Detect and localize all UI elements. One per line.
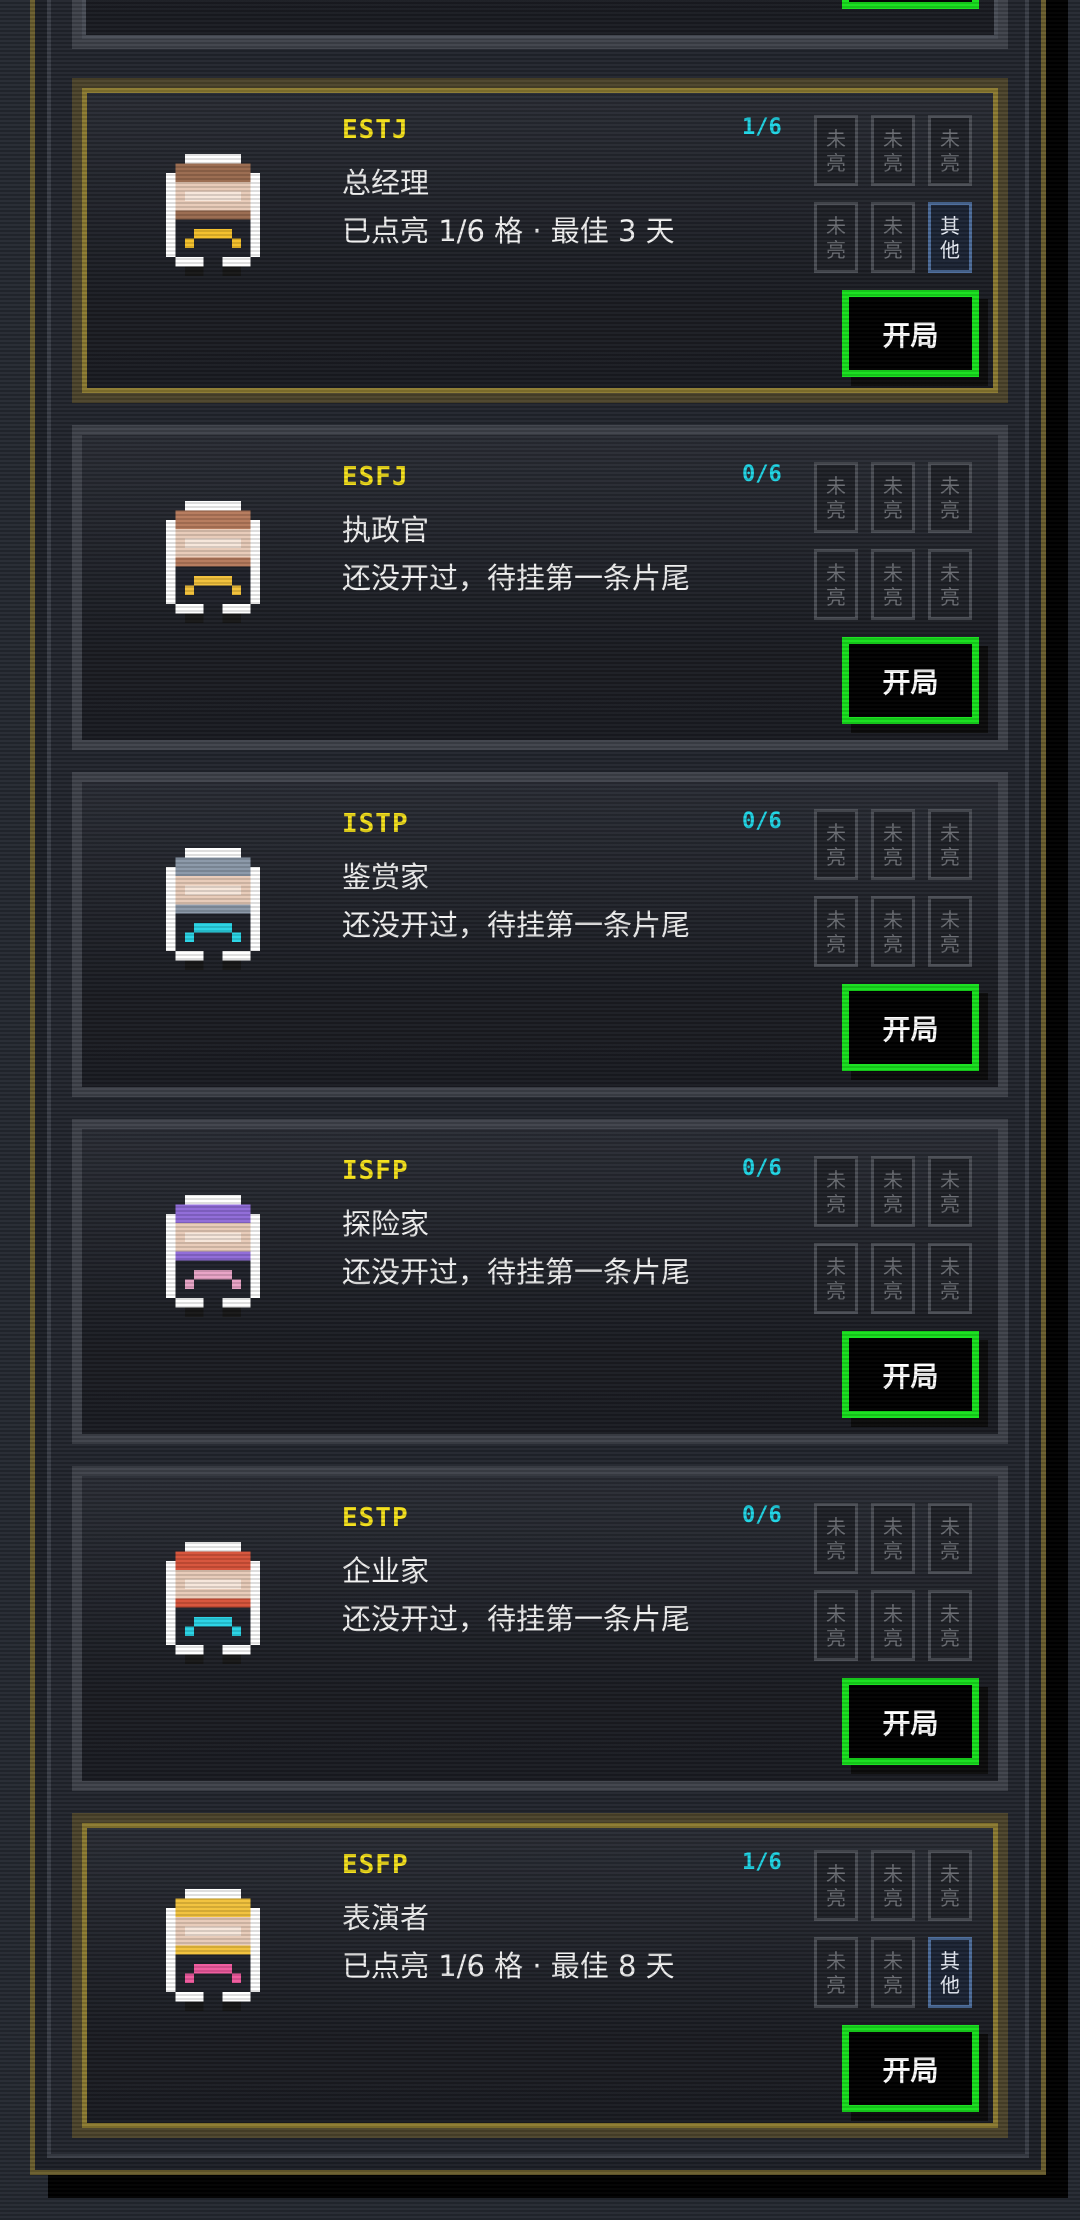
character-avatar [166,501,260,627]
ending-slot: 未亮 [928,462,972,533]
progress-ratio: 0/6 [742,1503,782,1528]
role-card-istp: ISTP 0/6 鉴赏家 还没开过，待挂第一条片尾 未亮 未亮 未亮 未亮 未亮 未亮 开局 [72,772,1008,1097]
ending-slot: 未亮 [871,1503,915,1574]
personality-code: ESTP [342,1503,409,1533]
progress-ratio: 0/6 [742,809,782,834]
progress-ratio: 0/6 [742,462,782,487]
role-title: 执政官 [342,513,430,547]
ending-slot: 未亮 [871,549,915,620]
progress-ratio: 1/6 [742,115,782,140]
character-avatar [166,154,260,280]
ending-slot: 未亮 [871,202,915,273]
start-game-button[interactable]: 开局 [842,984,979,1071]
ending-slot: 未亮 [928,809,972,880]
ending-slot: 未亮 [871,1937,915,2008]
role-card-isfp: ISFP 0/6 探险家 还没开过，待挂第一条片尾 未亮 未亮 未亮 未亮 未亮 未亮 开局 [72,1119,1008,1444]
character-avatar [166,848,260,974]
ending-slot: 未亮 [871,462,915,533]
ending-slot: 未亮 [871,1850,915,1921]
progress-ratio: 1/6 [742,1850,782,1875]
personality-code: ESFJ [342,462,409,492]
previous-card-partial [72,0,1008,49]
role-title: 表演者 [342,1901,430,1935]
ending-slot: 未亮 [928,1243,972,1314]
role-title: 总经理 [342,166,430,200]
personality-code: ESTJ [342,115,409,145]
ending-slot: 未亮 [928,1503,972,1574]
personality-code: ISFP [342,1156,409,1186]
role-card-esfp: ESFP 1/6 表演者 已点亮 1/6 格 · 最佳 8 天未亮 未亮 未亮 未亮 未亮 其他… [72,1813,1008,2138]
ending-slot: 未亮 [814,115,858,186]
ending-slot: 未亮 [814,896,858,967]
character-avatar [166,1195,260,1321]
ending-slot-grid: 未亮 未亮 未亮 未亮 未亮 未亮 [814,1156,982,1314]
ending-slot: 其他 [928,202,972,273]
ending-slot-grid: 未亮 未亮 未亮 未亮 未亮 未亮 [814,809,982,967]
ending-slot-grid: 未亮 未亮 未亮 未亮 未亮 其他 [814,115,982,273]
ending-slot: 未亮 [928,1850,972,1921]
ending-slot: 未亮 [814,809,858,880]
ending-slot: 未亮 [814,1937,858,2008]
personality-code: ESFP [342,1850,409,1880]
ending-slot: 未亮 [871,809,915,880]
ending-slot: 未亮 [814,1503,858,1574]
ending-slot: 未亮 [814,549,858,620]
personality-code: ISTP [342,809,409,839]
previous-start-button-partial[interactable] [842,0,979,9]
progress-ratio: 0/6 [742,1156,782,1181]
ending-slot: 未亮 [928,1156,972,1227]
role-status: 已点亮 1/6 格 · 最佳 8 天 [342,1949,675,1983]
ending-slot: 未亮 [871,115,915,186]
start-game-button[interactable]: 开局 [842,2025,979,2112]
ending-slot-grid: 未亮 未亮 未亮 未亮 未亮 未亮 [814,1503,982,1661]
ending-slot: 未亮 [928,1590,972,1661]
role-status: 已点亮 1/6 格 · 最佳 3 天 [342,214,675,248]
role-status: 还没开过，待挂第一条片尾 [342,908,691,942]
start-game-button[interactable]: 开局 [842,290,979,377]
role-status: 还没开过，待挂第一条片尾 [342,1602,691,1636]
role-status: 还没开过，待挂第一条片尾 [342,1255,691,1289]
character-avatar [166,1889,260,2015]
role-card-estp: ESTP 0/6 企业家 还没开过，待挂第一条片尾 未亮 未亮 未亮 未亮 未亮 未亮 开局 [72,1466,1008,1791]
start-game-button[interactable]: 开局 [842,637,979,724]
ending-slot: 未亮 [871,1243,915,1314]
role-card-esfj: ESFJ 0/6 执政官 还没开过，待挂第一条片尾 未亮 未亮 未亮 未亮 未亮 未亮 开局 [72,425,1008,750]
role-title: 鉴赏家 [342,860,430,894]
role-title: 企业家 [342,1554,430,1588]
ending-slot: 未亮 [814,462,858,533]
ending-slot: 其他 [928,1937,972,2008]
role-card-estj: ESTJ 1/6 总经理 已点亮 1/6 格 · 最佳 3 天未亮 未亮 未亮 未亮 未亮 其他… [72,78,1008,403]
start-game-button[interactable]: 开局 [842,1678,979,1765]
ending-slot: 未亮 [928,549,972,620]
ending-slot-grid: 未亮 未亮 未亮 未亮 未亮 其他 [814,1850,982,2008]
ending-slot: 未亮 [871,1156,915,1227]
ending-slot: 未亮 [814,1850,858,1921]
ending-slot: 未亮 [814,1156,858,1227]
role-status: 还没开过，待挂第一条片尾 [342,561,691,595]
character-avatar [166,1542,260,1668]
role-title: 探险家 [342,1207,430,1241]
ending-slot: 未亮 [928,115,972,186]
ending-slot: 未亮 [871,1590,915,1661]
start-game-button[interactable]: 开局 [842,1331,979,1418]
ending-slot: 未亮 [871,896,915,967]
ending-slot: 未亮 [814,202,858,273]
ending-slot: 未亮 [814,1590,858,1661]
ending-slot-grid: 未亮 未亮 未亮 未亮 未亮 未亮 [814,462,982,620]
ending-slot: 未亮 [928,896,972,967]
ending-slot: 未亮 [814,1243,858,1314]
